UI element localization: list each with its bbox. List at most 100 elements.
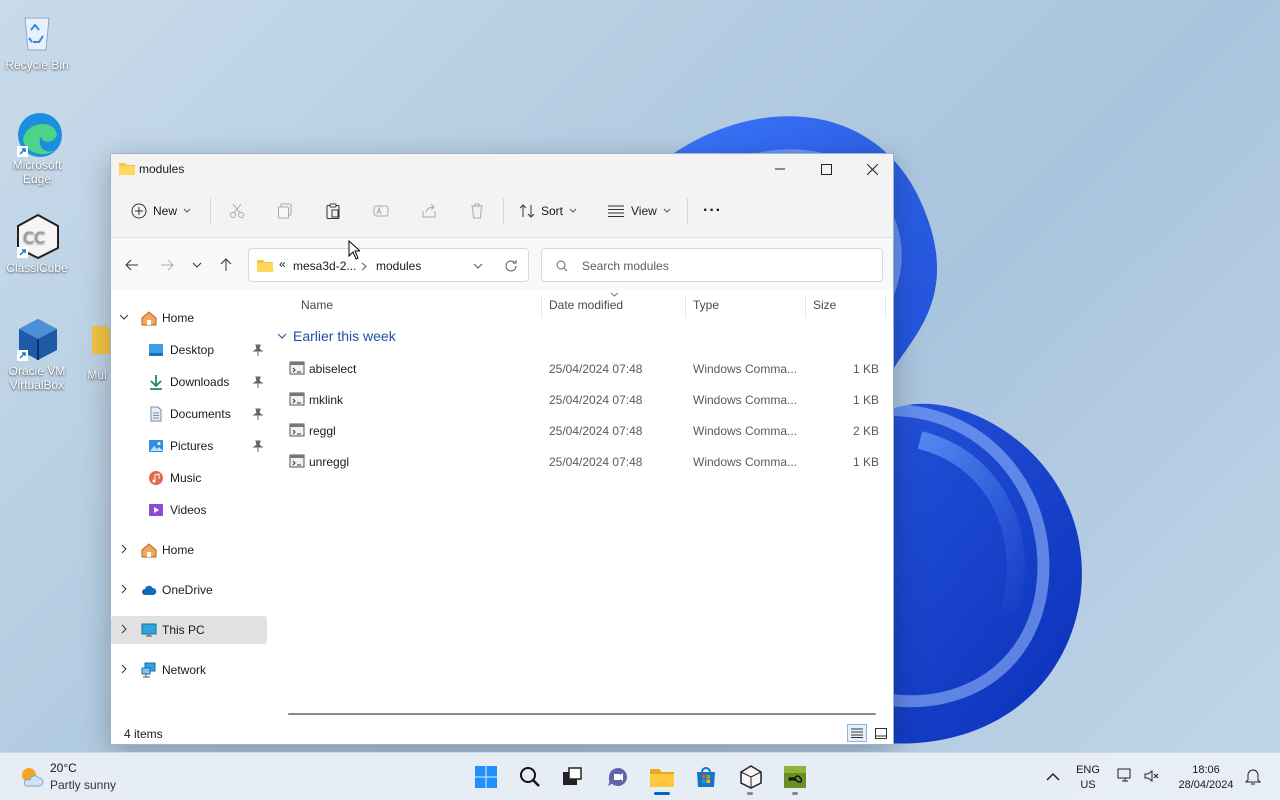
- desktop-icon-recycle-bin[interactable]: Recycle Bin: [0, 10, 74, 72]
- mouse-cursor-icon: [348, 240, 360, 260]
- taskbar-search-button[interactable]: [516, 763, 544, 791]
- sidebar-item-network[interactable]: Network: [111, 656, 267, 684]
- cut-button[interactable]: [229, 196, 245, 226]
- sidebar-item-label: Home: [162, 311, 195, 325]
- chevron-down-icon[interactable]: [473, 263, 483, 269]
- sidebar-item-downloads[interactable]: Downloads: [111, 368, 267, 396]
- details-view-button[interactable]: [847, 724, 867, 742]
- command-bar: New Sort View ···: [111, 184, 893, 238]
- share-button[interactable]: [421, 196, 437, 226]
- desktop-icon-mul[interactable]: Mul: [66, 320, 110, 382]
- file-row[interactable]: reggl 25/04/2024 07:48 Windows Comma... 2 K…: [271, 416, 893, 446]
- back-button[interactable]: [120, 254, 144, 276]
- running-app-indicator: [747, 792, 753, 795]
- home-icon: [141, 311, 157, 326]
- title-bar[interactable]: modules: [111, 154, 893, 184]
- paste-button[interactable]: [325, 196, 341, 226]
- chevron-down-icon[interactable]: [119, 312, 129, 322]
- classicube-taskbar-button[interactable]: [737, 763, 765, 791]
- column-header-name[interactable]: Name: [301, 298, 333, 312]
- file-name: mklink: [309, 393, 344, 407]
- address-bar[interactable]: « mesa3d-2... modules: [248, 248, 529, 282]
- rename-button[interactable]: [373, 196, 389, 226]
- sidebar-item-music[interactable]: Music: [111, 464, 267, 492]
- chevron-right-icon[interactable]: [119, 664, 129, 674]
- chevron-right-icon[interactable]: [361, 262, 367, 271]
- classicube-icon: [740, 765, 762, 789]
- sidebar-item-home[interactable]: Home: [111, 304, 267, 332]
- language-indicator[interactable]: ENG US: [1070, 763, 1106, 793]
- chevron-right-icon[interactable]: [119, 624, 129, 634]
- network-icon[interactable]: [1117, 768, 1133, 784]
- desktop-icon-virtualbox[interactable]: Oracle VM VirtualBox: [0, 316, 74, 392]
- column-header-type[interactable]: Type: [693, 298, 719, 312]
- file-type: Windows Comma...: [693, 362, 798, 376]
- file-type: Windows Comma...: [693, 424, 798, 438]
- task-view-button[interactable]: [558, 763, 586, 791]
- file-type: Windows Comma...: [693, 393, 798, 407]
- sort-button[interactable]: Sort: [519, 196, 577, 226]
- sidebar-item-onedrive[interactable]: OneDrive: [111, 576, 267, 604]
- view-button[interactable]: View: [607, 196, 671, 226]
- recent-locations-button[interactable]: [185, 254, 209, 276]
- more-options-button[interactable]: ···: [703, 196, 722, 226]
- breadcrumb-item[interactable]: modules: [376, 259, 421, 273]
- chevron-right-icon[interactable]: [119, 544, 129, 554]
- game-icon: [784, 766, 806, 788]
- chevron-up-icon[interactable]: [1046, 772, 1060, 781]
- column-header-date[interactable]: Date modified: [549, 298, 623, 312]
- column-header-size[interactable]: Size: [813, 298, 836, 312]
- up-button[interactable]: [214, 254, 238, 276]
- horizontal-scrollbar[interactable]: [286, 711, 878, 717]
- sidebar-item-pictures[interactable]: Pictures: [111, 432, 267, 460]
- recycle-bin-icon: [15, 10, 59, 54]
- command-script-icon: [289, 361, 305, 375]
- sort-label: Sort: [541, 204, 564, 218]
- file-explorer-taskbar-button[interactable]: [648, 763, 676, 791]
- close-button[interactable]: [849, 154, 895, 184]
- sidebar-item-videos[interactable]: Videos: [111, 496, 267, 524]
- minimize-button[interactable]: [757, 154, 803, 184]
- scrollbar-thumb[interactable]: [288, 713, 876, 715]
- microsoft-store-button[interactable]: [692, 763, 720, 791]
- breadcrumb-overflow[interactable]: «: [279, 257, 286, 271]
- delete-button[interactable]: [469, 196, 485, 226]
- file-row[interactable]: mklink 25/04/2024 07:48 Windows Comma... 1 …: [271, 385, 893, 415]
- weather-desc: Partly sunny: [50, 778, 117, 792]
- file-row[interactable]: abiselect 25/04/2024 07:48 Windows Comma..…: [271, 354, 893, 384]
- notification-icon[interactable]: [1245, 768, 1261, 786]
- breadcrumb-item[interactable]: mesa3d-2...: [293, 259, 356, 273]
- copy-button[interactable]: [277, 196, 293, 226]
- desktop-icon-edge[interactable]: Microsoft Edge: [0, 110, 74, 186]
- refresh-icon[interactable]: [504, 259, 518, 273]
- sidebar-item-label: Network: [162, 663, 207, 677]
- minetest-taskbar-button[interactable]: [781, 763, 809, 791]
- status-bar: 4 items: [111, 722, 893, 746]
- sidebar-item-this-pc[interactable]: This PC: [111, 616, 267, 644]
- sidebar-item-home-2[interactable]: Home: [111, 536, 267, 564]
- file-type: Windows Comma...: [693, 455, 798, 469]
- new-button[interactable]: New: [131, 196, 191, 226]
- share-icon: [422, 203, 436, 218]
- chevron-right-icon[interactable]: [119, 584, 129, 594]
- desktop-icon-classicube[interactable]: CC ClassiCube: [0, 213, 74, 275]
- tiles-view-button[interactable]: [871, 724, 891, 742]
- file-row[interactable]: unreggl 25/04/2024 07:48 Windows Comma... 1…: [271, 447, 893, 477]
- group-header[interactable]: Earlier this week: [277, 328, 396, 344]
- window-title: modules: [139, 162, 185, 176]
- tiles-view-icon: [875, 727, 887, 739]
- file-explorer-window: modules New Sort View ··· « mesa3d-2... …: [110, 153, 894, 745]
- file-size: 2 KB: [852, 424, 879, 438]
- sidebar-item-desktop[interactable]: Desktop: [111, 336, 267, 364]
- music-icon: [149, 471, 163, 485]
- forward-button[interactable]: [155, 254, 179, 276]
- virtualbox-icon: [15, 316, 59, 361]
- maximize-button[interactable]: [803, 154, 849, 184]
- clock[interactable]: 18:06 28/04/2024: [1170, 763, 1242, 793]
- teams-chat-button[interactable]: [604, 763, 632, 791]
- search-box[interactable]: Search modules: [541, 248, 883, 282]
- speaker-muted-icon[interactable]: [1143, 768, 1159, 784]
- desktop-icon-label: Recycle Bin: [5, 58, 69, 72]
- sidebar-item-documents[interactable]: Documents: [111, 400, 267, 428]
- start-button[interactable]: [472, 763, 500, 791]
